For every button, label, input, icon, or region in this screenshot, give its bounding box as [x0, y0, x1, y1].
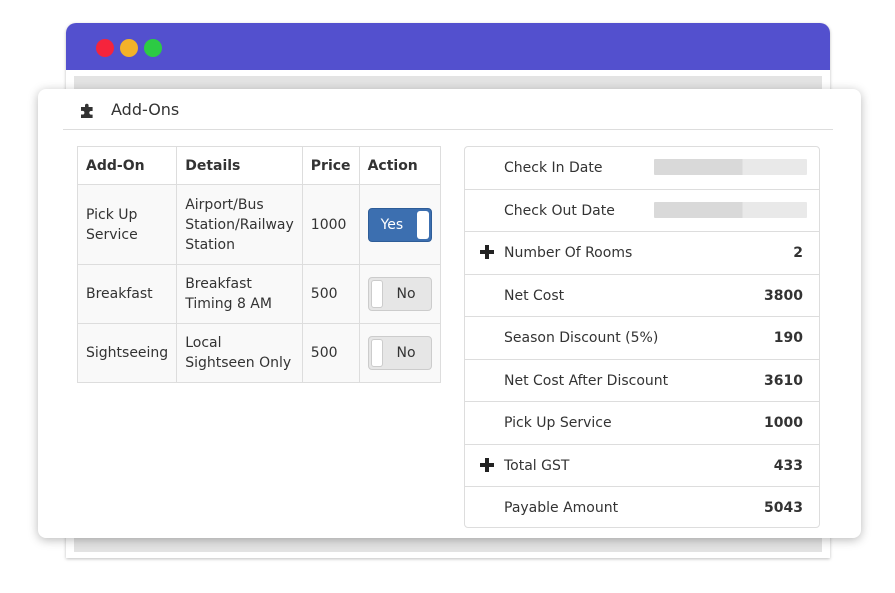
addon-details-cell: Breakfast Timing 8 AM [176, 264, 303, 324]
summary-row-net-cost: Net Cost 3800 [465, 275, 819, 317]
column-header-add-on: Add-On [76, 146, 178, 185]
check-out-date-value[interactable] [654, 201, 807, 218]
addon-price-cell: 500 [301, 323, 360, 383]
plus-icon[interactable] [480, 245, 494, 259]
addon-action-cell: No [358, 264, 441, 324]
summary-label: Pick Up Service [504, 415, 612, 431]
panel-title: Add-Ons [111, 100, 180, 119]
table-row: Sightseeing Local Sightseen Only 500 No [76, 323, 441, 383]
puzzle-icon [81, 103, 93, 118]
addon-details-cell: Local Sightseen Only [176, 323, 303, 383]
summary-row-payable-amount: Payable Amount 5043 [465, 487, 819, 530]
toggle-label: No [396, 286, 416, 302]
addon-price-cell: 500 [301, 264, 360, 324]
toggle-label: No [396, 345, 416, 361]
summary-value: 3610 [764, 372, 803, 389]
sightseeing-toggle[interactable]: No [367, 336, 432, 370]
toggle-knob [370, 280, 383, 308]
maximize-window-dot[interactable] [144, 39, 162, 57]
summary-label: Season Discount (5%) [504, 330, 659, 346]
column-header-details: Details [176, 146, 303, 185]
addon-name-cell: Sightseeing [76, 323, 178, 383]
summary-row-pick-up-service: Pick Up Service 1000 [465, 402, 819, 445]
summary-row-number-of-rooms[interactable]: Number Of Rooms 2 [465, 232, 819, 275]
summary-row-check-out-date: Check Out Date [465, 190, 819, 232]
summary-label: Net Cost After Discount [504, 372, 669, 389]
summary-row-total-gst[interactable]: Total GST 433 [465, 445, 819, 487]
booking-summary: Check In Date Check Out Date Number Of R… [464, 146, 820, 528]
browser-title-bar [66, 23, 830, 70]
summary-row-check-in-date: Check In Date [465, 147, 819, 190]
add-ons-table: Add-On Details Price Action Pick Up Serv… [76, 146, 441, 383]
summary-label: Net Cost [504, 287, 565, 304]
column-header-action: Action [358, 146, 441, 185]
summary-label: Check Out Date [504, 202, 615, 219]
summary-label: Check In Date [504, 160, 603, 176]
summary-value: 2 [793, 245, 803, 261]
close-window-dot[interactable] [96, 39, 114, 57]
table-row: Pick Up Service Airport/Bus Station/Rail… [76, 184, 441, 265]
summary-value: 1000 [764, 415, 803, 431]
table-header-row: Add-On Details Price Action [76, 146, 441, 185]
column-header-price: Price [301, 146, 360, 185]
toggle-knob [370, 339, 383, 367]
plus-icon[interactable] [480, 457, 494, 472]
summary-value: 3800 [764, 287, 803, 304]
summary-value: 5043 [764, 500, 803, 516]
minimize-window-dot[interactable] [120, 39, 138, 57]
toggle-label: Yes [380, 216, 404, 233]
addon-name-cell: Breakfast [76, 264, 178, 324]
addon-details-cell: Airport/Bus Station/Railway Station [176, 184, 303, 265]
table-row: Breakfast Breakfast Timing 8 AM 500 No [76, 264, 441, 324]
summary-row-season-discount: Season Discount (5%) 190 [465, 317, 819, 360]
toggle-knob [416, 210, 429, 239]
summary-label: Number Of Rooms [504, 245, 633, 261]
summary-label: Total GST [504, 457, 570, 474]
addon-action-cell: No [358, 323, 441, 383]
addon-name-cell: Pick Up Service [76, 184, 178, 265]
add-ons-panel: Add-Ons Add-On Details Price Action Pick… [38, 89, 861, 538]
breakfast-toggle[interactable]: No [367, 277, 432, 311]
addon-action-cell: Yes [358, 184, 441, 265]
summary-row-net-cost-after-discount: Net Cost After Discount 3610 [465, 360, 819, 402]
addon-price-cell: 1000 [301, 184, 360, 265]
check-in-date-value[interactable] [654, 159, 807, 175]
summary-value: 433 [773, 457, 803, 474]
summary-value: 190 [773, 330, 803, 346]
pick-up-service-toggle[interactable]: Yes [367, 207, 432, 242]
panel-header: Add-Ons [63, 89, 833, 130]
summary-label: Payable Amount [504, 500, 619, 516]
